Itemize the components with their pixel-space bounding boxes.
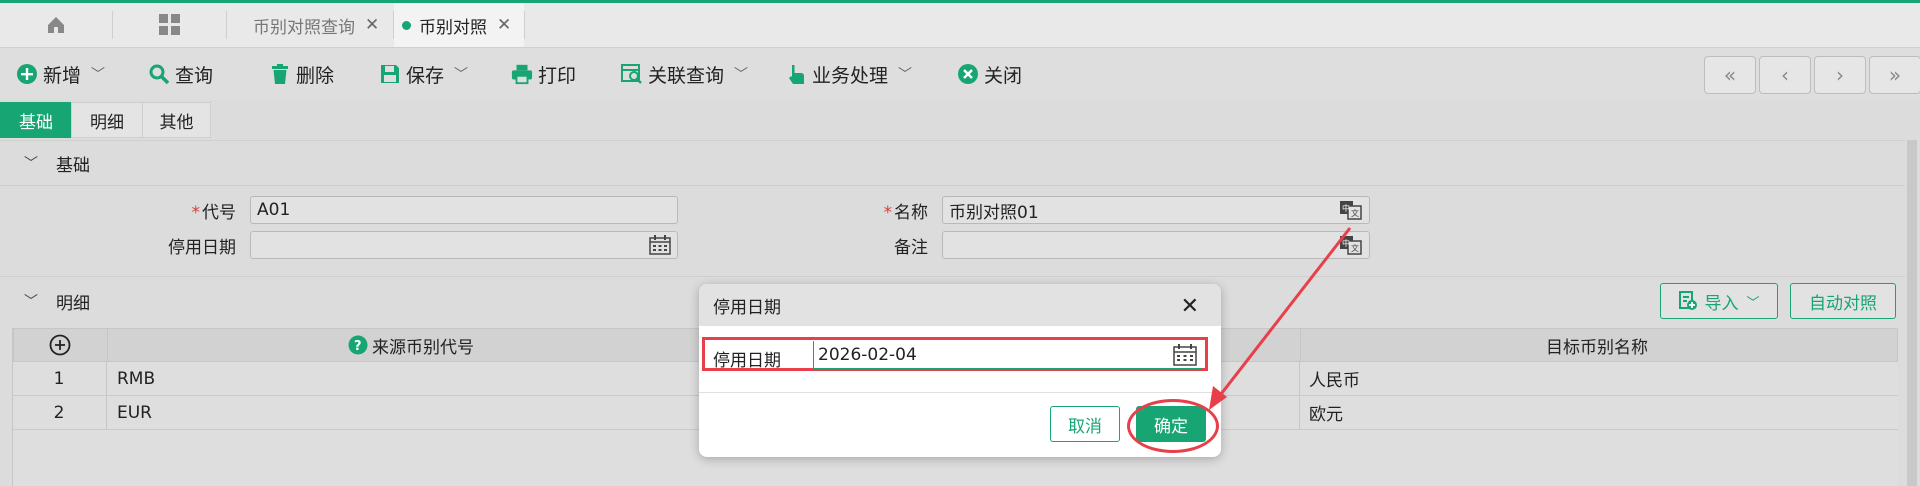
annotation-arrow bbox=[1209, 227, 1352, 410]
